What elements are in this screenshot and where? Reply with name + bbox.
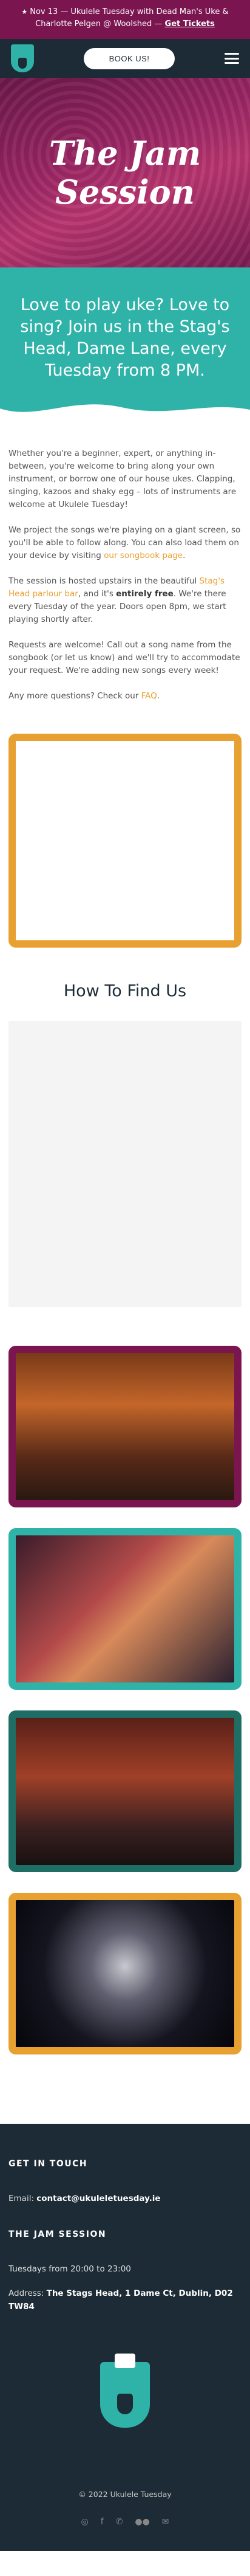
photo-card: [8, 1710, 242, 1872]
session-photo-stage: [16, 1900, 234, 2047]
map-embed[interactable]: [8, 1021, 242, 1307]
faq-link[interactable]: FAQ: [141, 691, 157, 701]
photo-card: [8, 1893, 242, 2054]
email-line: Email: contact@ukuleletuesday.ie: [8, 2194, 161, 2203]
email-icon[interactable]: ✉: [162, 2517, 169, 2527]
paragraph-faq: Any more questions? Check our FAQ.: [8, 691, 160, 701]
announcement-bar: ★ Nov 13 — Ukulele Tuesday with Dead Man'…: [0, 0, 250, 39]
top-navigation: BOOK US!: [0, 39, 250, 78]
get-tickets-link[interactable]: Get Tickets: [165, 19, 215, 29]
photo-card: [8, 1528, 242, 1690]
copyright: © 2022 Ukulele Tuesday: [78, 2490, 172, 2499]
email-link[interactable]: contact@ukuleletuesday.ie: [36, 2194, 160, 2203]
intro-heading: Love to play uke? Love to sing? Join us …: [20, 295, 230, 380]
find-us-heading: How To Find Us: [63, 982, 187, 1000]
intro-section: Love to play uke? Love to sing? Join us …: [0, 267, 250, 424]
hero-banner: The Jam Session: [0, 78, 250, 267]
book-us-button[interactable]: BOOK US!: [83, 47, 175, 69]
whatsapp-icon[interactable]: ✆: [116, 2517, 123, 2527]
session-photo-crowd: [16, 1353, 234, 1500]
footer-logo: [100, 2354, 150, 2428]
session-hours: Tuesdays from 20:00 to 23:00: [8, 2264, 131, 2274]
flickr-icon[interactable]: ●●: [135, 2517, 149, 2527]
facebook-icon[interactable]: f: [101, 2517, 104, 2527]
paragraph-songs: We project the songs we're playing on a …: [8, 525, 241, 560]
photo-card: [8, 1346, 242, 1507]
wave-divider: [0, 404, 250, 424]
session-address: Address: The Stags Head, 1 Dame Ct, Dubl…: [8, 2288, 233, 2312]
star-icon: ★: [21, 8, 28, 16]
paragraph-venue: The session is hosted upstairs in the be…: [8, 576, 226, 624]
session-description: Whether you're a beginner, expert, or an…: [0, 424, 250, 721]
session-heading: THE JAM SESSION: [8, 2230, 107, 2239]
instagram-icon[interactable]: ◎: [81, 2517, 88, 2527]
songbook-link[interactable]: our songbook page: [104, 551, 183, 560]
paragraph-intro: Whether you're a beginner, expert, or an…: [8, 449, 237, 509]
ukulele-tuesday-logo[interactable]: [11, 44, 34, 72]
free-text: entirely free: [116, 589, 174, 599]
paragraph-requests: Requests are welcome! Call out a song na…: [8, 640, 240, 675]
video-embed[interactable]: [8, 734, 242, 948]
contact-heading: GET IN TOUCH: [8, 2159, 88, 2169]
social-links: ◎ f ✆ ●● ✉: [8, 2517, 242, 2527]
session-photo-player: [16, 1535, 234, 1682]
footer: GET IN TOUCH Email: contact@ukuleletuesd…: [0, 2124, 250, 2551]
menu-icon[interactable]: [224, 53, 239, 64]
page-title: The Jam Session: [49, 134, 201, 212]
session-photo-group: [16, 1718, 234, 1865]
